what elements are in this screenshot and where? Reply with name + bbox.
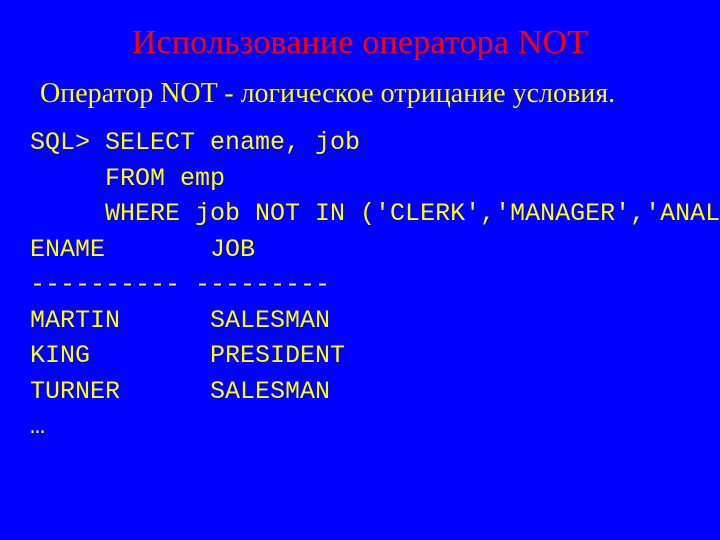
sql-query-line-2: FROM emp: [30, 161, 690, 197]
slide: Использование оператора NOT Оператор NOT…: [0, 0, 720, 540]
sql-output-ellipsis: …: [30, 409, 690, 445]
sql-output-header: ENAME JOB: [30, 232, 690, 268]
sql-output-row-2: KING PRESIDENT: [30, 338, 690, 374]
sql-output-row-1: MARTIN SALESMAN: [30, 303, 690, 339]
slide-title: Использование оператора NOT: [30, 24, 690, 62]
sql-output-divider: ---------- ---------: [30, 267, 690, 303]
sql-query-line-3: WHERE job NOT IN ('CLERK','MANAGER','ANA…: [30, 196, 690, 232]
slide-description: Оператор NOT - логическое отрицание усло…: [40, 76, 690, 111]
sql-output-row-3: TURNER SALESMAN: [30, 374, 690, 410]
sql-query-line-1: SQL> SELECT ename, job: [30, 125, 690, 161]
